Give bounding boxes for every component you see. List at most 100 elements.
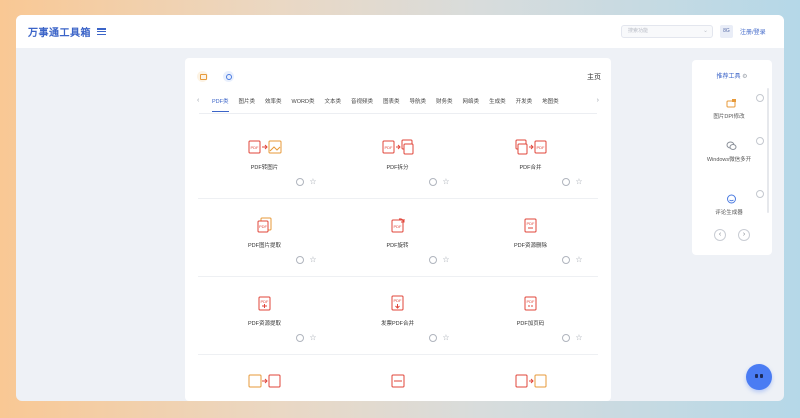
tab-pdf[interactable]: PDF类 [212, 97, 229, 112]
recommend-item[interactable]: 评论生成器 [692, 190, 766, 234]
tab-efficiency[interactable]: 效率类 [265, 97, 282, 112]
star-icon[interactable]: ☆ [575, 256, 583, 264]
info-icon[interactable] [756, 94, 764, 102]
tool-card[interactable]: PDF PDF图片提取 ☆ [198, 199, 331, 274]
tool-name: PDF资源提取 [247, 321, 281, 327]
chevron-down-icon: ⌄ [702, 28, 708, 34]
svg-text:PDF: PDF [250, 145, 259, 150]
tab-word[interactable]: WORD类 [292, 97, 315, 112]
tool-card[interactable]: PDF PDF转图片 ☆ [198, 121, 331, 196]
svg-text:PDF: PDF [526, 221, 535, 226]
tab-navigation[interactable]: 导航类 [410, 97, 427, 112]
tool-name: PDF拆分 [386, 165, 409, 171]
recommend-label: Windows微信多开 [706, 157, 752, 163]
settings-icon[interactable]: ⚙ [742, 74, 747, 80]
tab-text[interactable]: 文本类 [324, 97, 341, 112]
star-icon[interactable]: ☆ [442, 256, 450, 264]
pdf-split-icon: PDF [331, 139, 464, 155]
star-icon[interactable]: ☆ [442, 334, 450, 342]
pdf-resource-delete-icon: PDF [464, 217, 597, 233]
image-icon[interactable] [197, 71, 208, 82]
pdf-rotate-icon: PDF [331, 217, 464, 233]
top-bar: 万事通工具箱 搜索功能 ⌄ 8G 注册/登录 [16, 15, 784, 48]
recommend-label: 评论生成器 [715, 210, 743, 216]
recommend-label: 图片DPI修改 [713, 114, 745, 120]
star-icon[interactable]: ☆ [575, 178, 583, 186]
tab-develop[interactable]: 开发类 [516, 97, 533, 112]
prev-button[interactable]: ‹ [714, 229, 726, 241]
menu-icon[interactable] [97, 28, 106, 35]
brand-title[interactable]: 万事通工具箱 [28, 24, 91, 39]
tool-name: PDF转图片 [250, 165, 279, 171]
tab-chart[interactable]: 图表类 [383, 97, 400, 112]
recommend-title-text: 推荐工具 [716, 74, 741, 80]
info-icon[interactable] [756, 137, 764, 145]
login-link[interactable]: 注册/登录 [740, 27, 766, 36]
pdf-image-extract-icon: PDF [198, 217, 331, 233]
tool-name: PDF合并 [519, 165, 542, 171]
star-icon[interactable]: ☆ [575, 334, 583, 342]
tab-map[interactable]: 地图类 [542, 97, 559, 112]
star-icon[interactable]: ☆ [309, 256, 317, 264]
chat-bot-button[interactable] [746, 364, 772, 390]
recommend-panel: 推荐工具 ⚙ 图片DPI修改 Windows微信多开 评论生成器 ‹ › [692, 60, 772, 255]
tool-card[interactable]: PDF PDF拆分 ☆ [331, 121, 464, 196]
info-icon[interactable] [296, 256, 304, 264]
tab-network[interactable]: 网络类 [463, 97, 480, 112]
tool-card[interactable]: PDF PDF资源删除 ☆ [464, 199, 597, 274]
svg-text:PDF: PDF [384, 145, 393, 150]
tab-finance[interactable]: 财务类 [436, 97, 453, 112]
search-placeholder: 搜索功能 [628, 28, 649, 34]
star-icon[interactable]: ☆ [309, 178, 317, 186]
invoice-pdf-merge-icon: PDF [331, 295, 464, 311]
tool-card[interactable] [331, 355, 464, 395]
info-icon[interactable] [562, 256, 570, 264]
search-input[interactable]: 搜索功能 ⌄ [621, 25, 713, 38]
comment-generator-icon [727, 194, 736, 204]
svg-text:PDF: PDF [536, 145, 545, 150]
tab-audio-video[interactable]: 音视频类 [351, 97, 373, 112]
svg-text:PDF: PDF [260, 299, 269, 304]
tool-card[interactable] [198, 355, 331, 395]
next-button[interactable]: › [738, 229, 750, 241]
tab-image[interactable]: 图片类 [239, 97, 256, 112]
tool-card[interactable]: PDF 发票PDF合并 ☆ [331, 277, 464, 352]
tabs-next-icon[interactable]: › [597, 97, 599, 104]
info-icon[interactable] [296, 334, 304, 342]
info-icon[interactable] [429, 256, 437, 264]
star-icon[interactable]: ☆ [442, 178, 450, 186]
scrollbar[interactable] [767, 88, 769, 213]
pdf-to-image-icon: PDF [198, 139, 331, 155]
smile-icon[interactable] [223, 71, 234, 82]
recommend-item[interactable]: Windows微信多开 [692, 137, 766, 181]
pdf-merge-icon: PDF [464, 139, 597, 155]
page-title: 主页 [587, 74, 601, 81]
info-icon[interactable] [562, 334, 570, 342]
tool-name: 发票PDF合并 [380, 321, 414, 327]
info-icon[interactable] [429, 334, 437, 342]
tool-panel: 主页 ‹ PDF类 图片类 效率类 WORD类 文本类 音视频类 图表类 导航类… [185, 58, 611, 401]
tool-card[interactable]: PDF PDF资源提取 ☆ [198, 277, 331, 352]
wechat-multi-icon [726, 141, 737, 150]
info-icon[interactable] [562, 178, 570, 186]
info-icon[interactable] [756, 190, 764, 198]
tabs-prev-icon[interactable]: ‹ [197, 97, 199, 104]
tool-name: PDF资源删除 [513, 243, 547, 249]
bot-eye-icon [760, 374, 763, 378]
info-icon[interactable] [429, 178, 437, 186]
star-icon[interactable]: ☆ [309, 334, 317, 342]
tool-card[interactable] [464, 355, 597, 395]
svg-text:PDF: PDF [393, 224, 402, 229]
tool-card[interactable]: PDF PDF加页码 ☆ [464, 277, 597, 352]
avatar[interactable]: 8G [720, 25, 733, 38]
pdf-to-image-icon [198, 373, 331, 389]
panel-header: 主页 [185, 58, 611, 88]
recommend-item[interactable]: 图片DPI修改 [692, 94, 766, 138]
tool-card[interactable]: PDF PDF旋转 ☆ [331, 199, 464, 274]
tool-card[interactable]: PDF PDF合并 ☆ [464, 121, 597, 196]
category-tabs: ‹ PDF类 图片类 效率类 WORD类 文本类 音视频类 图表类 导航类 财务… [197, 94, 599, 114]
image-dpi-icon [726, 99, 736, 108]
tab-generate[interactable]: 生成类 [489, 97, 506, 112]
info-icon[interactable] [296, 178, 304, 186]
tool-name: PDF图片提取 [247, 243, 281, 249]
